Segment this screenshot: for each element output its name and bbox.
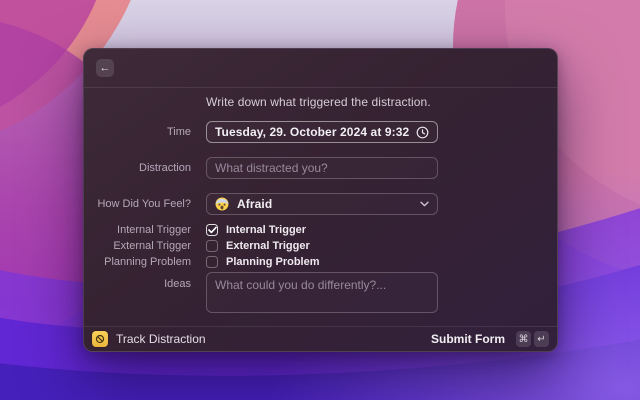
checkbox-box-planning[interactable] [206,256,218,268]
internal-trigger-label: Internal Trigger [117,224,191,236]
footer: Track Distraction Submit Form ⌘ ↵ [84,326,557,351]
ideas-textarea[interactable]: What could you do differently?... [206,272,438,313]
submit-label: Submit Form [431,332,505,346]
back-button[interactable]: ← [96,59,114,77]
planning-problem-row: Planning Problem Planning Problem [84,255,557,269]
command-key-icon: ⌘ [516,331,531,347]
ideas-row: Ideas What could you do differently?... [84,272,557,313]
submit-form-button[interactable]: Submit Form ⌘ ↵ [431,331,549,347]
checkbox-external-trigger[interactable]: External Trigger [206,240,310,252]
distraction-label: Distraction [139,162,191,174]
afraid-emoji-icon [215,197,229,211]
checkbox-text: External Trigger [226,240,310,252]
desktop: ← Write down what triggered the distract… [0,0,640,400]
external-trigger-row: External Trigger External Trigger [84,239,557,253]
time-row: Time Tuesday, 29. October 2024 at 9:32 [84,121,557,143]
distraction-input[interactable]: What distracted you? [206,157,438,179]
no-distraction-icon [92,331,108,347]
time-label: Time [166,126,191,138]
return-key-icon: ↵ [534,331,549,347]
external-trigger-label: External Trigger [113,240,191,252]
checkbox-text: Internal Trigger [226,224,307,236]
feeling-dropdown[interactable]: Afraid [206,193,438,215]
internal-trigger-row: Internal Trigger Internal Trigger [84,223,557,237]
time-value: Tuesday, 29. October 2024 at 9:32 [215,125,410,139]
app-name: Track Distraction [116,332,206,346]
ideas-label: Ideas [164,278,191,290]
distraction-placeholder: What distracted you? [215,161,328,175]
planning-problem-label: Planning Problem [104,256,191,268]
feeling-value: Afraid [237,197,273,211]
titlebar: ← [84,49,557,88]
back-arrow-icon: ← [99,62,111,74]
chevron-down-icon [420,201,429,207]
checkbox-text: Planning Problem [226,256,320,268]
checkbox-internal-trigger[interactable]: Internal Trigger [206,224,306,236]
track-distraction-window: ← Write down what triggered the distract… [83,48,558,352]
form: Write down what triggered the distractio… [84,87,557,326]
checkbox-box-external[interactable] [206,240,218,252]
feeling-row: How Did You Feel? Afraid [84,193,557,215]
form-description: Write down what triggered the distractio… [206,95,431,109]
ideas-placeholder: What could you do differently?... [215,278,387,292]
feeling-label: How Did You Feel? [97,198,191,210]
checkbox-planning-problem[interactable]: Planning Problem [206,256,320,268]
check-icon [207,226,217,234]
clock-icon [416,126,429,139]
distraction-row: Distraction What distracted you? [84,157,557,179]
time-field[interactable]: Tuesday, 29. October 2024 at 9:32 [206,121,438,143]
checkbox-box-internal[interactable] [206,224,218,236]
